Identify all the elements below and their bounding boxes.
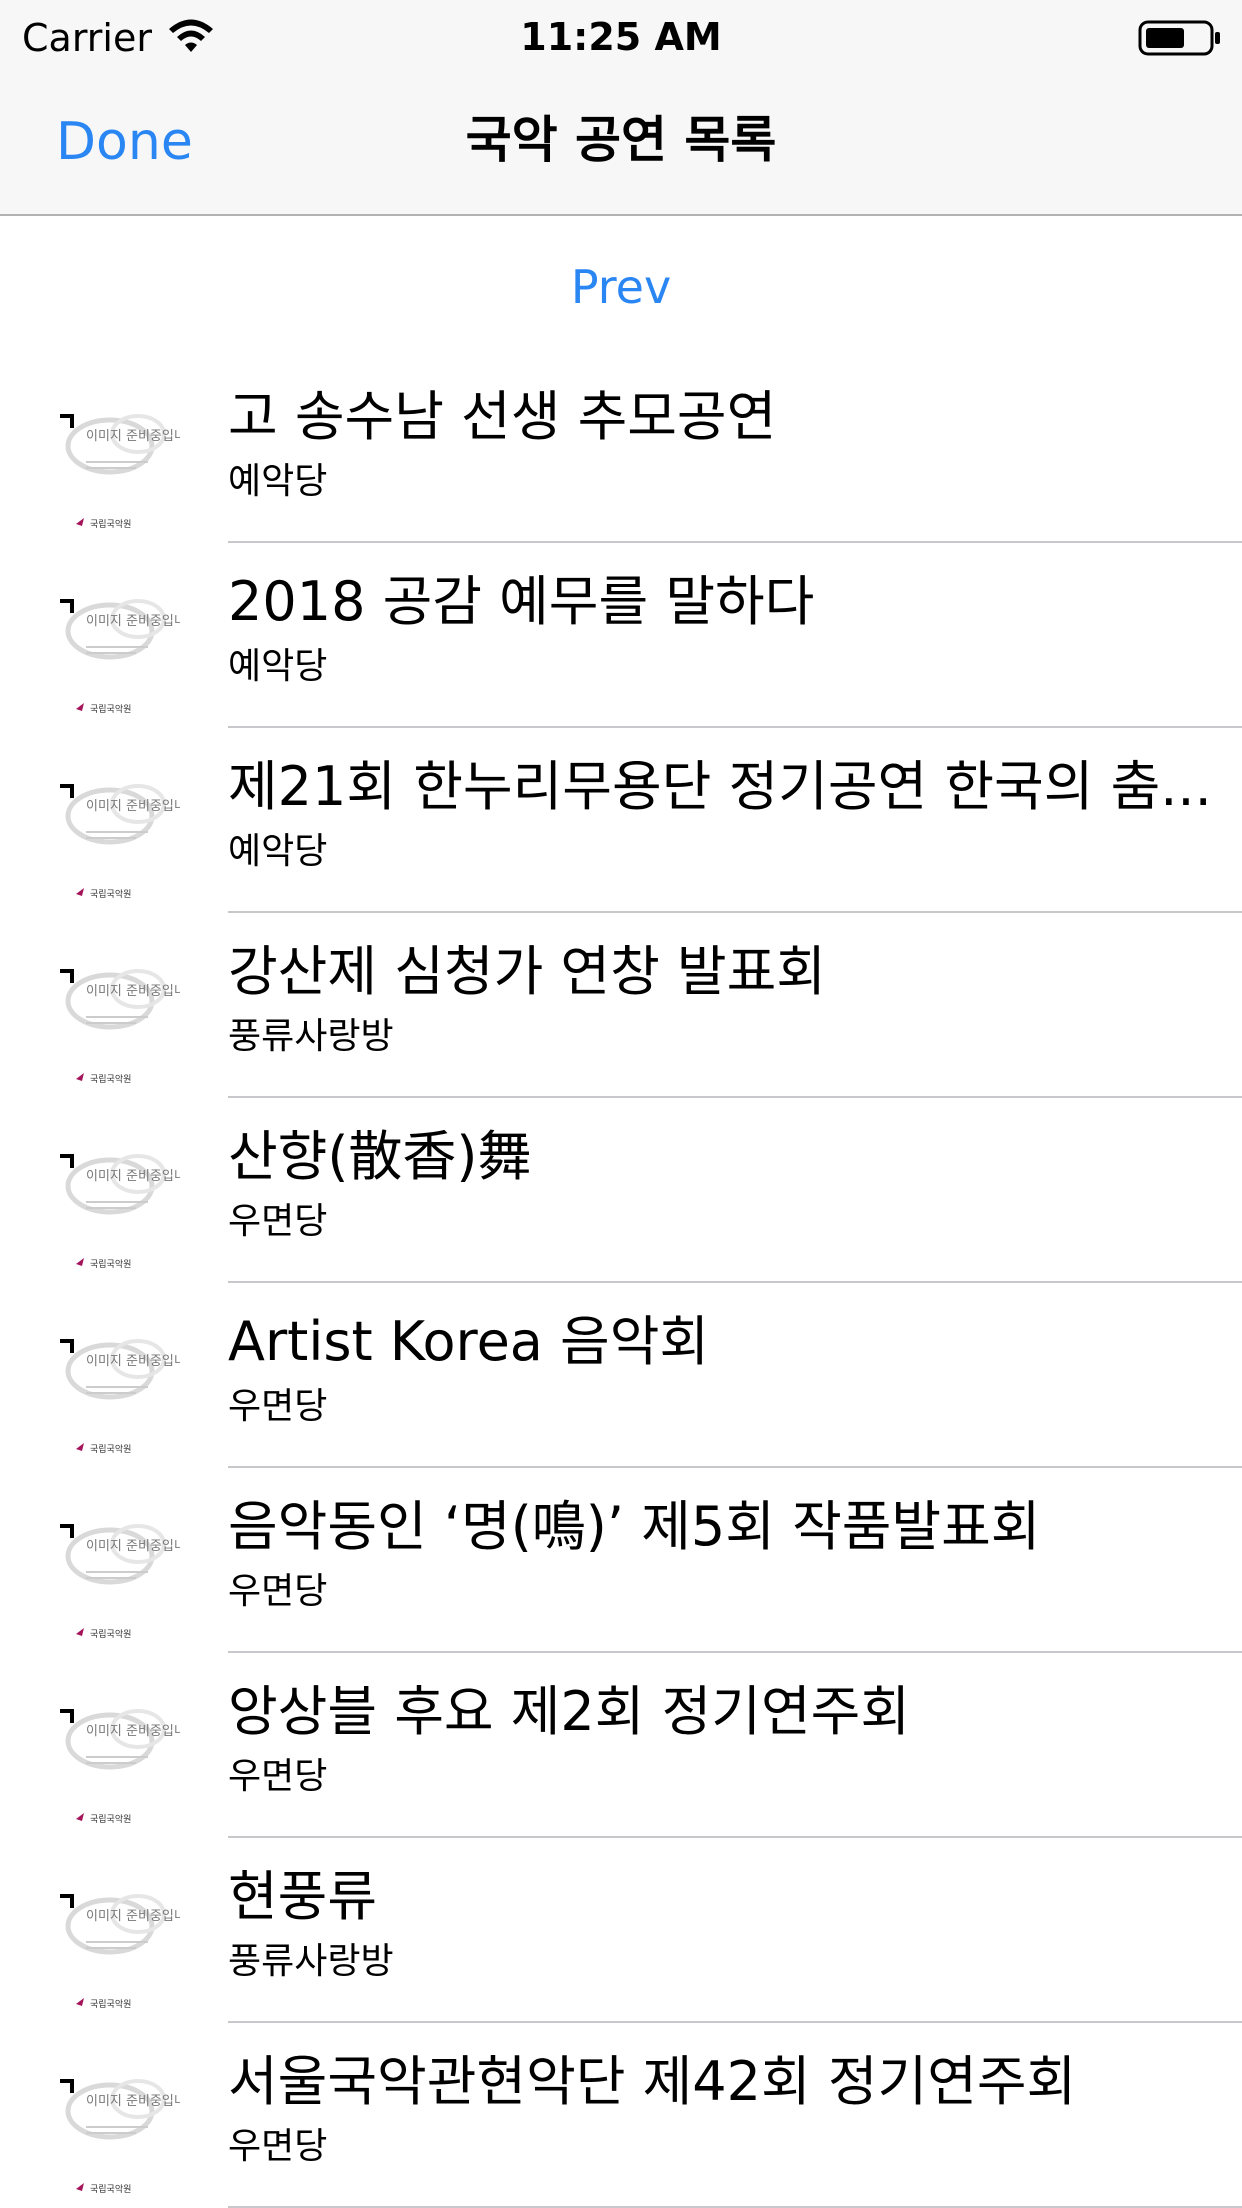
placeholder-image-icon: 이미지 준비중입니다 국립국악원 [60, 969, 180, 1085]
placeholder-image-icon: 이미지 준비중입니다 국립국악원 [60, 414, 180, 530]
item-title: 제21회 한누리무용단 정기공연 한국의 춤... [228, 755, 1212, 818]
placeholder-image-icon: 이미지 준비중입니다 국립국악원 [60, 599, 180, 715]
svg-text:이미지 준비중입니다: 이미지 준비중입니다 [86, 429, 180, 444]
item-venue: 우면당 [228, 1201, 328, 1242]
placeholder-image-icon: 이미지 준비중입니다 국립국악원 [60, 1339, 180, 1455]
svg-text:이미지 준비중입니다: 이미지 준비중입니다 [86, 614, 180, 629]
svg-text:이미지 준비중입니다: 이미지 준비중입니다 [86, 1354, 180, 1369]
placeholder-image-icon: 이미지 준비중입니다 국립국악원 [60, 1709, 180, 1825]
item-venue: 풍류사랑방 [228, 1941, 394, 1982]
svg-text:국립국악원: 국립국악원 [90, 888, 131, 900]
list-item[interactable]: 이미지 준비중입니다 국립국악원 Artist Korea 음악회 우면당 [0, 1283, 1242, 1468]
svg-text:이미지 준비중입니다: 이미지 준비중입니다 [86, 2094, 180, 2109]
svg-text:이미지 준비중입니다: 이미지 준비중입니다 [86, 1539, 180, 1554]
svg-text:국립국악원: 국립국악원 [90, 1998, 131, 2010]
svg-text:이미지 준비중입니다: 이미지 준비중입니다 [86, 1724, 180, 1739]
placeholder-image-icon: 이미지 준비중입니다 국립국악원 [60, 784, 180, 900]
svg-text:이미지 준비중입니다: 이미지 준비중입니다 [86, 984, 180, 999]
list-item[interactable]: 이미지 준비중입니다 국립국악원 산향(散香)舞 우면당 [0, 1098, 1242, 1283]
item-title: 강산제 심청가 연창 발표회 [228, 940, 826, 1003]
list-item[interactable]: 이미지 준비중입니다 국립국악원 제21회 한누리무용단 정기공연 한국의 춤.… [0, 728, 1242, 913]
item-venue: 우면당 [228, 1386, 328, 1427]
prev-button[interactable]: Prev [0, 258, 1242, 316]
item-venue: 풍류사랑방 [228, 1016, 394, 1057]
svg-text:국립국악원: 국립국악원 [90, 703, 131, 715]
svg-text:국립국악원: 국립국악원 [90, 1258, 131, 1270]
list-item[interactable]: 이미지 준비중입니다 국립국악원 서울국악관현악단 제42회 정기연주회 우면당 [0, 2023, 1242, 2208]
list-item[interactable]: 이미지 준비중입니다 국립국악원 앙상블 후요 제2회 정기연주회 우면당 [0, 1653, 1242, 1838]
status-bar: Carrier 11:25 AM [0, 0, 1242, 74]
svg-text:국립국악원: 국립국악원 [90, 518, 131, 530]
page-title: 국악 공연 목록 [465, 111, 777, 169]
item-venue: 예악당 [228, 646, 328, 687]
list-item[interactable]: 이미지 준비중입니다 국립국악원 2018 공감 예무를 말하다 예악당 [0, 543, 1242, 728]
item-title: Artist Korea 음악회 [228, 1310, 710, 1373]
svg-text:국립국악원: 국립국악원 [90, 1628, 131, 1640]
list-item[interactable]: 이미지 준비중입니다 국립국악원 강산제 심청가 연창 발표회 풍류사랑방 [0, 913, 1242, 1098]
clock: 11:25 AM [520, 15, 722, 59]
item-title: 음악동인 ‘명(鳴)’ 제5회 작품발표회 [228, 1495, 1041, 1558]
navigation-bar: Done 국악 공연 목록 [0, 74, 1242, 216]
performance-list: 이미지 준비중입니다 국립국악원 고 송수남 선생 추모공연 예악당 이미지 준… [0, 358, 1242, 2208]
placeholder-image-icon: 이미지 준비중입니다 국립국악원 [60, 1894, 180, 2010]
battery-icon [1138, 20, 1220, 56]
placeholder-image-icon: 이미지 준비중입니다 국립국악원 [60, 2079, 180, 2195]
item-venue: 우면당 [228, 1756, 328, 1797]
item-title: 현풍류 [228, 1865, 378, 1928]
svg-text:이미지 준비중입니다: 이미지 준비중입니다 [86, 1169, 180, 1184]
item-venue: 우면당 [228, 2126, 328, 2167]
svg-text:이미지 준비중입니다: 이미지 준비중입니다 [86, 799, 180, 814]
item-title: 2018 공감 예무를 말하다 [228, 570, 815, 633]
svg-text:국립국악원: 국립국악원 [90, 1443, 131, 1455]
placeholder-image-icon: 이미지 준비중입니다 국립국악원 [60, 1154, 180, 1270]
item-venue: 예악당 [228, 831, 328, 872]
item-title: 앙상블 후요 제2회 정기연주회 [228, 1680, 911, 1743]
svg-text:국립국악원: 국립국악원 [90, 1073, 131, 1085]
item-title: 서울국악관현악단 제42회 정기연주회 [228, 2050, 1077, 2113]
list-item[interactable]: 이미지 준비중입니다 국립국악원 현풍류 풍류사랑방 [0, 1838, 1242, 2023]
item-venue: 우면당 [228, 1571, 328, 1612]
item-venue: 예악당 [228, 461, 328, 502]
item-title: 고 송수남 선생 추모공연 [228, 385, 777, 448]
svg-text:국립국악원: 국립국악원 [90, 2183, 131, 2195]
svg-text:이미지 준비중입니다: 이미지 준비중입니다 [86, 1909, 180, 1924]
list-item[interactable]: 이미지 준비중입니다 국립국악원 음악동인 ‘명(鳴)’ 제5회 작품발표회 우… [0, 1468, 1242, 1653]
item-title: 산향(散香)舞 [228, 1125, 532, 1188]
placeholder-image-icon: 이미지 준비중입니다 국립국악원 [60, 1524, 180, 1640]
svg-text:국립국악원: 국립국악원 [90, 1813, 131, 1825]
list-item[interactable]: 이미지 준비중입니다 국립국악원 고 송수남 선생 추모공연 예악당 [0, 358, 1242, 543]
